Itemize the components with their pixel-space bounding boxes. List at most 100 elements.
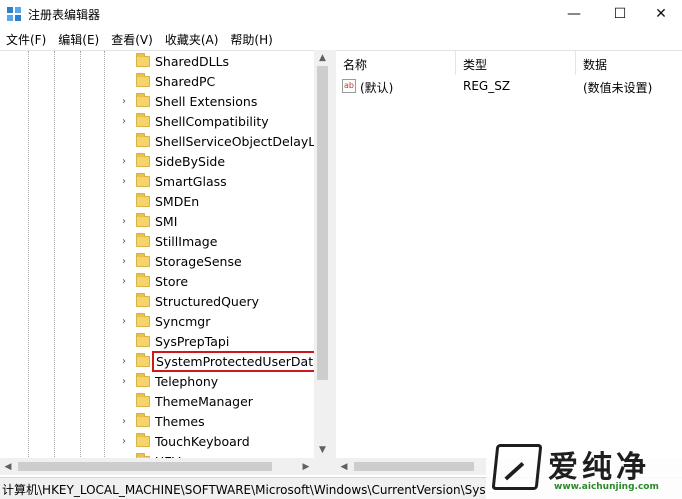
tree-node[interactable]: › SMI [118, 211, 177, 231]
chevron-right-icon[interactable]: › [118, 356, 130, 367]
tree-node[interactable]: › SystemProtectedUserData [118, 350, 325, 372]
tree-node-label: Telephony [155, 373, 219, 389]
tree-node[interactable]: ›UEV [118, 451, 181, 458]
chevron-right-icon[interactable]: › [118, 236, 130, 247]
tree-node-label: Themes [155, 413, 205, 429]
chevron-right-icon[interactable]: › [118, 176, 130, 187]
menu-edit[interactable]: 编辑(E) [52, 28, 105, 50]
tree-horizontal-scrollbar[interactable]: ◀ ▶ [0, 458, 314, 475]
folder-icon [136, 432, 150, 447]
site-watermark: 爱纯净 www.aichunjing.com [486, 436, 682, 499]
watermark-text: 爱纯净 [548, 450, 650, 485]
folder-icon [136, 352, 150, 367]
chevron-right-icon[interactable]: › [118, 96, 130, 107]
tree-node[interactable]: SMDEn [118, 191, 199, 211]
chevron-right-icon[interactable]: › [118, 436, 130, 447]
registry-tree: SharedDLLs SharedPC › Shell Extensions › Shel… [0, 50, 330, 458]
tree-node[interactable]: ThemeManager [118, 391, 253, 411]
tree-node-label: ThemeManager [155, 393, 253, 409]
minimize-button[interactable]: — [551, 0, 597, 28]
tree-node[interactable]: › SmartGlass [118, 171, 227, 191]
tree-node[interactable]: › Telephony [118, 371, 218, 391]
tree-node-label: Syncmgr [155, 313, 211, 329]
folder-icon [136, 372, 150, 387]
chevron-right-icon[interactable]: › [118, 316, 130, 327]
column-header-data[interactable]: 数据 [576, 51, 682, 75]
value-row[interactable]: ab (默认) REG_SZ (数值未设置) [336, 77, 682, 97]
tree-node-label: TouchKeyboard [155, 433, 250, 449]
scroll-up-icon[interactable]: ▲ [314, 50, 331, 66]
tree-node[interactable]: ShellServiceObjectDelayLoa [118, 131, 330, 151]
menu-favorites[interactable]: 收藏夹(A) [159, 28, 225, 50]
tree-node-label: SMI [155, 213, 178, 229]
folder-icon [136, 272, 150, 287]
scroll-down-icon[interactable]: ▼ [314, 442, 331, 458]
chevron-right-icon[interactable]: › [118, 376, 130, 387]
tree-node[interactable]: SharedPC [118, 71, 215, 91]
menu-view[interactable]: 查看(V) [105, 28, 159, 50]
scroll-right-icon[interactable]: ▶ [298, 458, 314, 475]
tree-node[interactable]: › StorageSense [118, 251, 242, 271]
tree-node[interactable]: › Store [118, 271, 188, 291]
value-data: (数值未设置) [583, 81, 653, 95]
folder-icon [136, 412, 150, 427]
tree-node-label: StillImage [155, 233, 218, 249]
menu-file[interactable]: 文件(F) [0, 28, 52, 50]
tree-node[interactable]: › SideBySide [118, 151, 225, 171]
chevron-right-icon[interactable]: › [118, 216, 130, 227]
folder-icon [136, 152, 150, 167]
tree-node-label: SMDEn [155, 193, 200, 209]
chevron-right-icon[interactable]: › [118, 416, 130, 427]
close-button[interactable]: ✕ [638, 0, 682, 28]
tree-node-label: Shell Extensions [155, 93, 258, 109]
tree-node[interactable]: StructuredQuery [118, 291, 259, 311]
watermark-logo-icon [491, 444, 543, 490]
regedit-app-icon [7, 7, 21, 21]
chevron-right-icon[interactable]: › [118, 116, 130, 127]
window-title: 注册表编辑器 [28, 8, 101, 22]
scrollbar-thumb[interactable] [18, 462, 272, 471]
watermark-url: www.aichunjing.com [554, 482, 659, 492]
folder-icon [136, 72, 150, 87]
scrollbar-thumb[interactable] [354, 462, 474, 471]
tree-node-label: StorageSense [155, 253, 242, 269]
folder-icon [136, 172, 150, 187]
scroll-left-icon[interactable]: ◀ [336, 458, 352, 475]
column-header-name[interactable]: 名称 [336, 51, 456, 75]
menu-bar: 文件(F) 编辑(E) 查看(V) 收藏夹(A) 帮助(H) [0, 28, 682, 50]
tree-node[interactable]: › TouchKeyboard [118, 431, 250, 451]
menu-help[interactable]: 帮助(H) [224, 28, 278, 50]
tree-node-label: SharedDLLs [155, 53, 230, 69]
folder-icon [136, 212, 150, 227]
column-header-type[interactable]: 类型 [456, 51, 576, 75]
maximize-button[interactable]: ☐ [597, 0, 643, 28]
tree-node-label: SysPrepTapi [155, 333, 230, 349]
tree-node-label: ShellCompatibility [155, 113, 269, 129]
chevron-right-icon[interactable]: › [118, 276, 130, 287]
scroll-left-icon[interactable]: ◀ [0, 458, 16, 475]
title-bar: 注册表编辑器 — ☐ ✕ [0, 0, 682, 28]
tree-node[interactable]: SharedDLLs [118, 51, 229, 71]
tree-node[interactable]: › ShellCompatibility [118, 111, 269, 131]
folder-icon [136, 252, 150, 267]
tree-node-label: ShellServiceObjectDelayLoa [155, 133, 330, 149]
tree-node[interactable]: › Themes [118, 411, 205, 431]
folder-icon [136, 392, 150, 407]
folder-icon [136, 332, 150, 347]
chevron-right-icon[interactable]: › [118, 256, 130, 267]
tree-node[interactable]: › Shell Extensions [118, 91, 257, 111]
folder-icon [136, 232, 150, 247]
tree-node[interactable]: › Syncmgr [118, 311, 210, 331]
values-list: 名称 类型 数据 ab (默认) REG_SZ (数值未设置) [336, 50, 682, 458]
value-name: (默认) [360, 81, 394, 95]
value-type: REG_SZ [463, 79, 511, 93]
chevron-right-icon[interactable]: › [118, 156, 130, 167]
tree-node[interactable]: SysPrepTapi [118, 331, 229, 351]
tree-node-label: SystemProtectedUserData [152, 350, 325, 372]
tree-vertical-scrollbar[interactable]: ▲ ▼ [314, 50, 331, 458]
tree-node[interactable]: › StillImage [118, 231, 217, 251]
folder-icon [136, 292, 150, 307]
folder-icon [136, 112, 150, 127]
scrollbar-thumb[interactable] [317, 66, 328, 380]
folder-icon [136, 52, 150, 67]
